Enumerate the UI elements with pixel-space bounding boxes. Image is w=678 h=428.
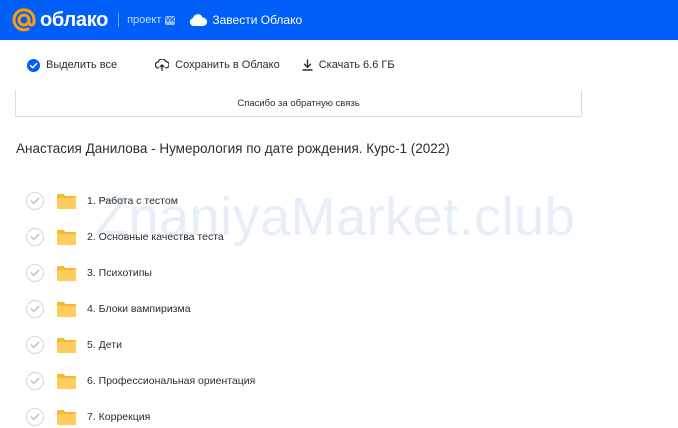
folder-icon xyxy=(57,193,76,209)
project-label: проект VK xyxy=(127,14,176,26)
folder-title: Анастасия Данилова - Нумерология по дате… xyxy=(16,141,450,156)
file-row[interactable]: 5. Дети xyxy=(0,327,678,363)
folder-icon xyxy=(57,229,76,245)
file-name: 5. Дети xyxy=(87,339,122,351)
select-all-label: Выделить все xyxy=(46,59,118,71)
file-name: 2. Основные качества теста xyxy=(87,231,224,243)
cloud-upload-icon xyxy=(155,59,170,71)
check-icon xyxy=(30,269,40,277)
header-divider xyxy=(118,13,120,27)
save-to-cloud-button[interactable]: Сохранить в Облако xyxy=(155,59,280,71)
project-text: проект xyxy=(127,14,162,26)
file-row[interactable]: 4. Блоки вампиризма xyxy=(0,291,678,327)
file-name: 3. Психотипы xyxy=(87,267,152,279)
logo-text: облако xyxy=(40,8,109,31)
file-name: 7. Коррекция xyxy=(87,411,151,423)
file-row[interactable]: 7. Коррекция xyxy=(0,399,678,428)
select-all-button[interactable]: Выделить все xyxy=(27,58,118,72)
file-row[interactable]: 6. Профессиональная ориентация xyxy=(0,363,678,399)
at-sign-logo-icon xyxy=(12,8,36,32)
select-checkbox[interactable] xyxy=(26,408,44,426)
check-icon xyxy=(30,377,40,385)
select-checkbox[interactable] xyxy=(26,336,44,354)
file-name: 6. Профессиональная ориентация xyxy=(87,375,256,387)
get-cloud-button[interactable]: Завести Облако xyxy=(189,13,302,27)
feedback-banner: Спасибо за обратную связь xyxy=(15,90,582,117)
file-row[interactable]: 3. Психотипы xyxy=(0,255,678,291)
file-row[interactable]: 2. Основные качества теста xyxy=(0,219,678,255)
folder-icon xyxy=(57,409,76,425)
top-bar: облако проект VK Завести Облако xyxy=(0,0,678,40)
cloud-logo[interactable]: облако xyxy=(12,8,108,32)
download-label: Скачать 6.6 ГБ xyxy=(318,59,395,71)
check-icon xyxy=(30,305,40,313)
select-checkbox[interactable] xyxy=(26,372,44,390)
check-icon xyxy=(30,341,40,349)
select-checkbox[interactable] xyxy=(26,192,44,210)
folder-icon xyxy=(57,301,76,317)
save-to-cloud-label: Сохранить в Облако xyxy=(175,59,280,71)
folder-icon xyxy=(57,373,76,389)
folder-icon xyxy=(57,265,76,281)
folder-icon xyxy=(57,337,76,353)
file-name: 1. Работа с тестом xyxy=(87,195,178,207)
select-checkbox[interactable] xyxy=(26,228,44,246)
check-icon xyxy=(30,413,40,421)
file-name: 4. Блоки вампиризма xyxy=(87,303,191,315)
check-icon xyxy=(30,233,40,241)
feedback-text: Спасибо за обратную связь xyxy=(237,97,360,109)
check-circle-icon xyxy=(27,58,40,72)
download-icon xyxy=(302,59,313,71)
download-button[interactable]: Скачать 6.6 ГБ xyxy=(302,59,395,71)
select-checkbox[interactable] xyxy=(26,300,44,318)
file-row[interactable]: 1. Работа с тестом xyxy=(0,183,678,219)
get-cloud-label: Завести Облако xyxy=(212,13,303,27)
select-checkbox[interactable] xyxy=(26,264,44,282)
toolbar: Выделить все Сохранить в Облако Скачать … xyxy=(0,40,678,90)
vk-badge-icon: VK xyxy=(165,15,176,25)
cloud-icon xyxy=(190,14,208,26)
check-icon xyxy=(30,197,40,205)
